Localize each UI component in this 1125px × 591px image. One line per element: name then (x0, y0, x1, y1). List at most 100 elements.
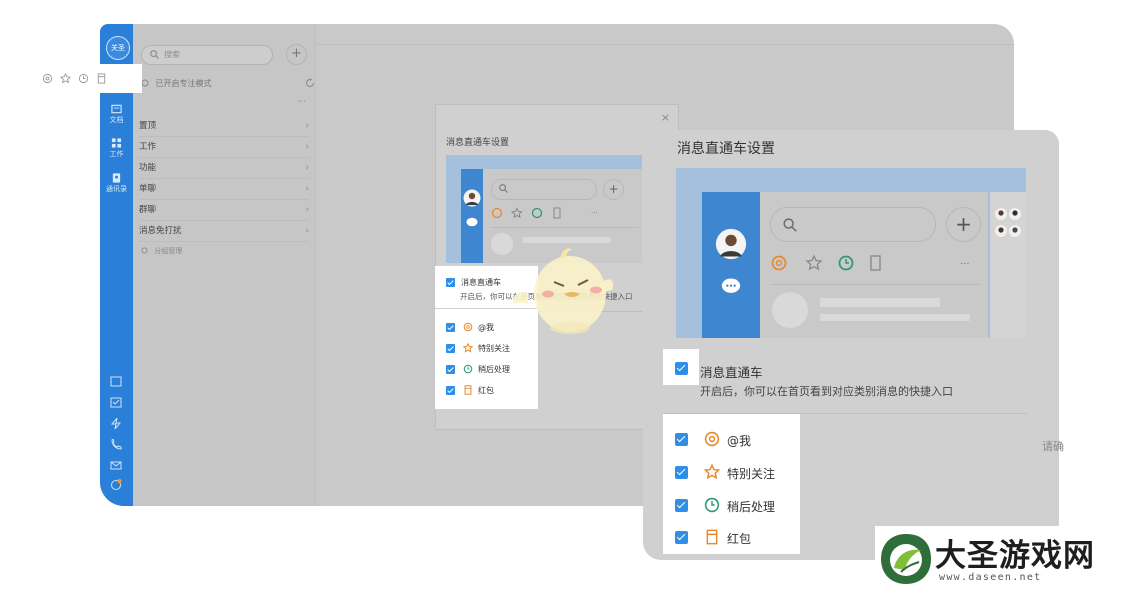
red-envelope-icon[interactable] (96, 73, 107, 84)
mail-icon[interactable] (110, 460, 122, 471)
preview-image-zoomed: + ··· (676, 168, 1026, 338)
category-label: 单聊 (139, 184, 157, 194)
at-icon[interactable] (42, 73, 53, 84)
chat-icon (721, 278, 741, 293)
chevron-right-icon: › (305, 205, 309, 215)
red-envelope-icon (706, 529, 718, 545)
settings-icon (141, 247, 148, 254)
option-checkbox[interactable] (446, 344, 455, 353)
svg-text:···: ··· (591, 209, 598, 217)
category-label: 置顶 (139, 121, 157, 131)
clock-icon[interactable] (78, 73, 89, 84)
quick-icons-highlight (34, 64, 142, 93)
chevron-right-icon: › (305, 226, 309, 236)
mascot-chick-image (512, 248, 614, 334)
clock-icon (704, 497, 720, 513)
chevron-right-icon: › (305, 142, 309, 152)
watermark-title: 大圣游戏网 (935, 538, 1095, 574)
option-checkbox[interactable] (446, 386, 455, 395)
add-button[interactable]: + (286, 44, 307, 65)
contacts-icon (112, 173, 121, 183)
nav-label: 通讯录 (106, 185, 127, 193)
category-label: 群聊 (139, 205, 157, 215)
preview-quick-icons: ··· (491, 207, 598, 219)
category-label: 功能 (139, 163, 157, 173)
preview-sidebar (461, 169, 483, 263)
focus-icon (141, 79, 149, 87)
option-label-zoomed: @我 (727, 434, 752, 448)
chat-topbar (315, 24, 1014, 45)
calendar-icon[interactable] (110, 376, 122, 387)
conversation-list-panel: 搜索 + 已开启专注模式 ··· 置顶 › 工作 › 功能 › 单聊 › 群聊 › 消息免… (133, 24, 316, 506)
preview-avatar (715, 228, 747, 260)
clock-icon (463, 364, 473, 374)
watermark: 大圣游戏网 www.daseen.net (875, 526, 1120, 591)
dialog-title-zoomed: 消息直通车设置 (677, 141, 775, 157)
category-row[interactable]: 置顶 › (139, 116, 309, 137)
preview-quick-icons-zoomed: ··· (771, 254, 970, 271)
preview-search (491, 179, 597, 200)
watermark-logo-icon (881, 534, 931, 584)
preview-add-button: + (603, 179, 624, 200)
app-store-icon[interactable] (110, 479, 122, 490)
star-icon (704, 464, 720, 480)
option-checkbox[interactable] (446, 365, 455, 374)
phone-icon[interactable] (110, 439, 122, 450)
search-input[interactable]: 搜索 (141, 45, 273, 65)
nav-item-work[interactable]: 工作 (100, 138, 133, 159)
preview-add-button-zoomed: + (946, 207, 981, 242)
option-checkbox-zoomed[interactable] (675, 466, 688, 479)
avatar[interactable]: 关圣 (106, 36, 130, 60)
preview-contact-avatars (995, 208, 1021, 237)
nav-item-docs[interactable]: 文档 (100, 104, 133, 125)
search-icon (783, 218, 797, 232)
refresh-icon[interactable] (305, 78, 315, 88)
main-option-checkbox-small[interactable] (446, 278, 455, 287)
preview-contacts-pane (990, 192, 1026, 338)
nav-sidebar: 关圣 消息 文档 工作 通讯录 (100, 24, 133, 506)
doc-icon (111, 104, 122, 114)
category-row[interactable]: 单聊 › (139, 179, 309, 200)
category-row[interactable]: 工作 › (139, 137, 309, 158)
dialog-title: 消息直通车设置 (446, 138, 510, 148)
svg-text:···: ··· (960, 259, 970, 270)
nav-label: 文档 (109, 116, 124, 124)
option-checkbox-zoomed[interactable] (675, 531, 688, 544)
option-label: 红包 (478, 386, 494, 395)
close-icon[interactable]: × (661, 111, 670, 124)
preview-avatar (463, 189, 481, 207)
background-partial-text: 请确 (1042, 440, 1064, 453)
option-label-zoomed: 稍后处理 (727, 500, 776, 514)
main-option-checkbox-zoomed[interactable] (675, 362, 688, 375)
category-label: 工作 (139, 142, 157, 152)
option-checkbox-zoomed[interactable] (675, 499, 688, 512)
todo-icon[interactable] (110, 397, 122, 408)
chevron-right-icon: › (305, 121, 309, 131)
nav-label: 工作 (109, 150, 124, 158)
option-label-zoomed: 特别关注 (727, 467, 776, 481)
option-label: @我 (478, 323, 494, 332)
more-options[interactable]: ··· (298, 97, 306, 106)
chevron-right-icon: › (305, 184, 309, 194)
preview-panel-zoomed: + ··· (760, 192, 988, 338)
grid-icon (111, 138, 122, 148)
search-icon (499, 184, 508, 193)
group-manage-label: 分组管理 (154, 247, 183, 255)
at-icon (704, 431, 720, 447)
focus-mode-row[interactable]: 已开启专注模式 (141, 78, 212, 89)
category-row[interactable]: 功能 › (139, 158, 309, 179)
option-checkbox[interactable] (446, 323, 455, 332)
star-icon (463, 343, 473, 353)
category-label: 消息免打扰 (139, 226, 182, 236)
preview-search-zoomed (770, 207, 936, 242)
lightning-icon[interactable] (110, 418, 122, 429)
nav-item-contacts[interactable]: 通讯录 (100, 173, 133, 194)
main-option-label-zoomed: 消息直通车 (700, 365, 763, 380)
category-row[interactable]: 群聊 › (139, 200, 309, 221)
group-manage-link[interactable]: 分组管理 (141, 246, 182, 256)
star-icon[interactable] (60, 73, 71, 84)
option-checkbox-zoomed[interactable] (675, 433, 688, 446)
chevron-right-icon: › (305, 163, 309, 173)
at-icon (463, 322, 473, 332)
category-row[interactable]: 消息免打扰 › (139, 221, 309, 242)
